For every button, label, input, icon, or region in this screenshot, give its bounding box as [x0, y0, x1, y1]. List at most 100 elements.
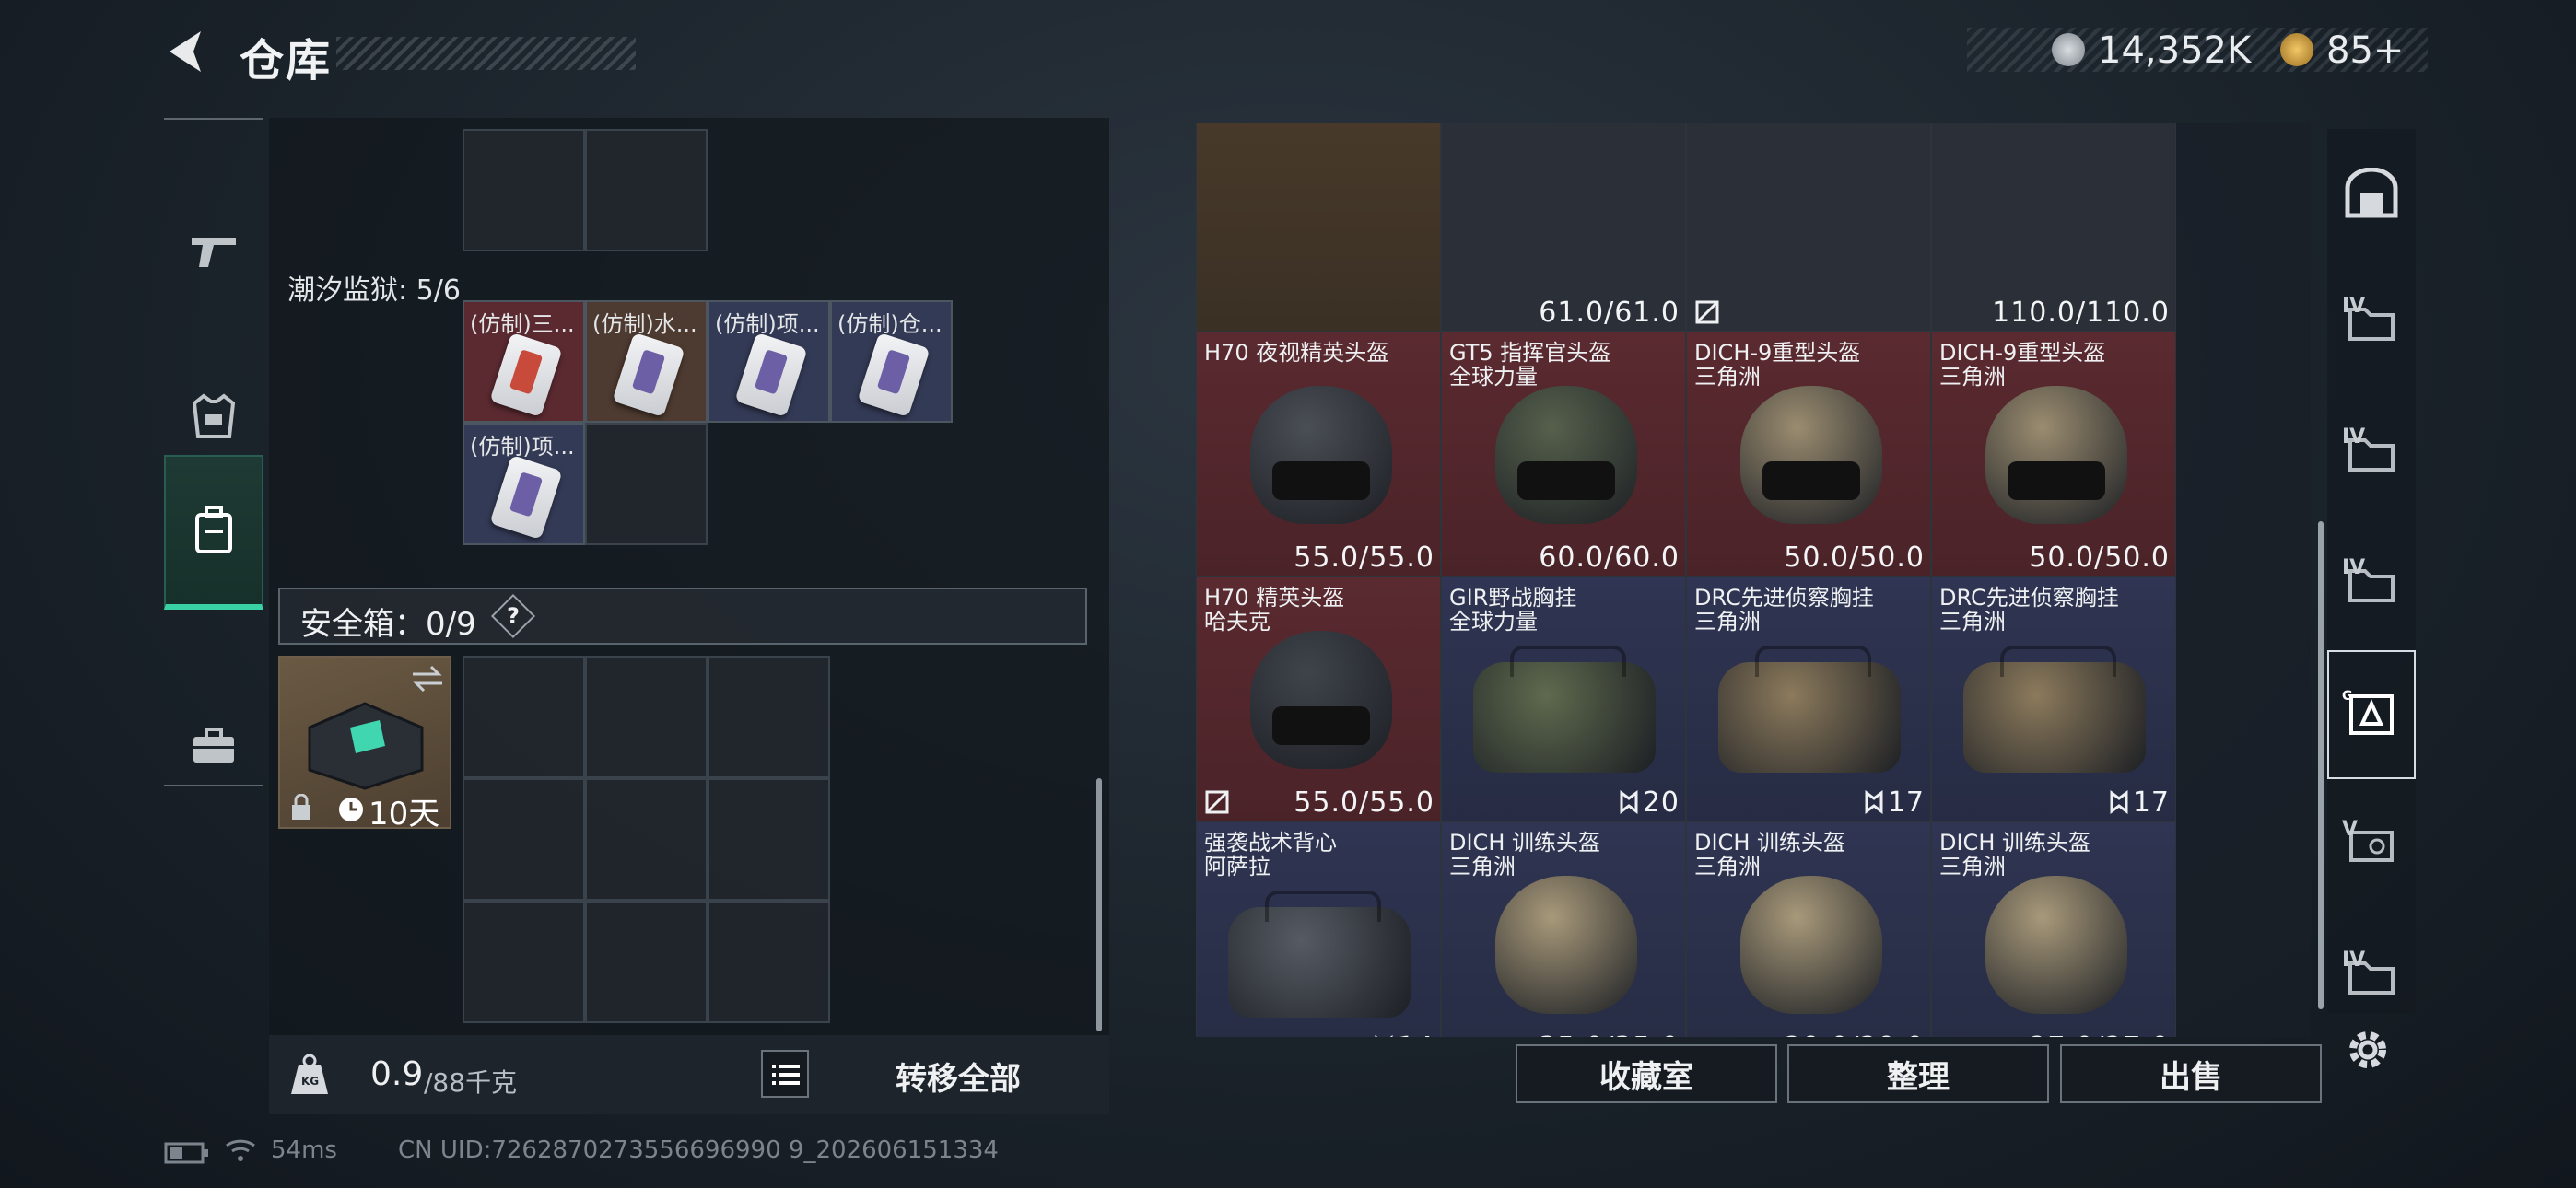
collection-button[interactable]: 收藏室: [1516, 1044, 1777, 1103]
nav-pistol[interactable]: [164, 195, 263, 306]
item-faction: 三角洲: [1449, 854, 1516, 879]
svg-text:G: G: [2342, 689, 2353, 704]
stash-tabs: IV IV IV G V IV: [2327, 129, 2416, 1013]
armory-icon: [2345, 168, 2398, 218]
card-item[interactable]: (仿制)项...: [708, 300, 830, 423]
clock-icon: [339, 798, 363, 821]
empty-slot[interactable]: [708, 656, 830, 778]
helmet-icon: [1495, 386, 1637, 524]
empty-slot[interactable]: [463, 901, 585, 1023]
card-item[interactable]: (仿制)三...: [463, 300, 585, 423]
empty-slot[interactable]: [585, 778, 708, 901]
empty-slot[interactable]: [585, 901, 708, 1023]
durability-value: 29.0/29.0: [1784, 1031, 1925, 1037]
empty-slot[interactable]: [585, 423, 708, 545]
nav-backpack[interactable]: [164, 455, 263, 610]
list-icon: [772, 1065, 800, 1085]
sell-button[interactable]: 出售: [2060, 1044, 2322, 1103]
page-title: 仓库: [240, 35, 333, 87]
capacity-icon: [1865, 790, 1883, 814]
empty-slot[interactable]: [463, 129, 585, 251]
empty-slot[interactable]: [585, 129, 708, 251]
title-decoration: [336, 37, 636, 70]
battery-icon: [164, 1142, 208, 1164]
safebox-item[interactable]: 10天: [278, 656, 451, 833]
card-item[interactable]: (仿制)仓...: [830, 300, 953, 423]
stash-item[interactable]: DICH-9重型头盔 三角洲 50.0/50.0: [1931, 332, 2176, 577]
helmet-icon: [1495, 876, 1637, 1014]
wifi-icon: [226, 1139, 255, 1161]
stash-tab-1[interactable]: IV: [2327, 258, 2416, 387]
stash-tab-6[interactable]: IV: [2327, 912, 2416, 1041]
gear-category-icon: G: [2342, 689, 2394, 735]
gold-coin-icon: [2280, 33, 2313, 66]
list-view-button[interactable]: [761, 1050, 809, 1098]
capacity-value: 17: [2132, 786, 2170, 819]
empty-slot[interactable]: [585, 656, 708, 778]
stash-item[interactable]: DICH 训练头盔三角洲27.0/27.0: [1931, 821, 2176, 1037]
empty-slot[interactable]: [708, 778, 830, 901]
currency-bar: 14,352K 85+: [1967, 28, 2428, 72]
nav-briefcase[interactable]: [164, 691, 263, 801]
stash-tab-2[interactable]: IV: [2327, 389, 2416, 518]
item-faction: 全球力量: [1449, 364, 1538, 390]
item-faction: 三角洲: [1694, 854, 1761, 879]
weight-capacity: /88千克: [424, 1067, 518, 1098]
stash-item[interactable]: 110.0/110.0: [1931, 123, 2176, 332]
keycard-icon: [489, 454, 563, 541]
stash-tab-armory[interactable]: [2327, 129, 2416, 258]
item-label: (仿制)水...: [592, 311, 697, 337]
stash-item[interactable]: DICH-9重型头盔 三角洲 50.0/50.0: [1686, 332, 1931, 577]
empty-slot[interactable]: [463, 778, 585, 901]
durability-value: 60.0/60.0: [1539, 542, 1680, 574]
back-arrow-icon: [170, 31, 201, 72]
gold-amount[interactable]: 85+: [2326, 29, 2404, 72]
stash-item[interactable]: DRC先进侦察胸挂 三角洲 17: [1686, 577, 1931, 821]
durability-value: 50.0/50.0: [2029, 542, 2170, 574]
helmet-icon: [1740, 876, 1882, 1014]
stash-item[interactable]: 61.0/61.0: [1441, 123, 1686, 332]
safebox-timer: 10天: [369, 796, 440, 833]
silver-amount: 14,352K: [2098, 29, 2252, 72]
inventory-scrollbar[interactable]: [1096, 778, 1102, 1031]
stash-item[interactable]: H70 夜视精英头盔 55.0/55.0: [1196, 332, 1441, 577]
stash-item[interactable]: [1686, 123, 1931, 332]
stash-tab-3[interactable]: IV: [2327, 519, 2416, 648]
helmet-icon: [1985, 876, 2127, 1014]
transfer-all-button[interactable]: 转移全部: [896, 1054, 1021, 1099]
empty-slot[interactable]: [708, 901, 830, 1023]
capacity-icon: [1375, 1035, 1393, 1037]
stash-item[interactable]: 强袭战术背心阿萨拉14: [1196, 821, 1441, 1037]
empty-slot[interactable]: [463, 656, 585, 778]
stash-item[interactable]: [1196, 123, 1441, 332]
help-button[interactable]: ?: [490, 593, 536, 639]
safebox-label: 安全箱：0/9: [300, 606, 476, 643]
settings-button[interactable]: [2340, 1022, 2395, 1081]
backpack-icon: [195, 506, 232, 553]
item-faction: 三角洲: [1939, 854, 2006, 879]
sort-button[interactable]: 整理: [1787, 1044, 2049, 1103]
card-item[interactable]: (仿制)水...: [585, 300, 708, 423]
silver-coin-icon: [2052, 33, 2085, 66]
briefcase-icon: [193, 728, 234, 763]
stash-item[interactable]: H70 精英头盔 哈夫克 55.0/55.0: [1196, 577, 1441, 821]
item-faction: 三角洲: [1939, 609, 2006, 635]
stash-item[interactable]: GT5 指挥官头盔 全球力量 60.0/60.0: [1441, 332, 1686, 577]
stash-scrollbar[interactable]: [2318, 521, 2324, 1009]
durability-value: 50.0/50.0: [1784, 542, 1925, 574]
card-item[interactable]: (仿制)项...: [463, 423, 585, 545]
no-insure-icon: [1695, 300, 1719, 324]
stash-item[interactable]: DRC先进侦察胸挂 三角洲 17: [1931, 577, 2176, 821]
swap-icon[interactable]: [411, 665, 444, 693]
stash-item[interactable]: GIR野战胸挂 全球力量 20: [1441, 577, 1686, 821]
left-category-nav: [164, 118, 263, 786]
stash-tab-gear[interactable]: G: [2327, 650, 2416, 779]
stash-item[interactable]: DICH 训练头盔三角洲35.0/35.0: [1441, 821, 1686, 1037]
stash-item[interactable]: DICH 训练头盔三角洲29.0/29.0: [1686, 821, 1931, 1037]
pistol-icon: [192, 238, 236, 267]
item-faction: 哈夫克: [1204, 609, 1270, 635]
inventory-footer: KG 0.9 /88千克 转移全部: [269, 1035, 1109, 1114]
stash-tab-5[interactable]: V: [2327, 781, 2416, 910]
keycard-icon: [489, 332, 563, 418]
back-button[interactable]: [164, 28, 206, 76]
